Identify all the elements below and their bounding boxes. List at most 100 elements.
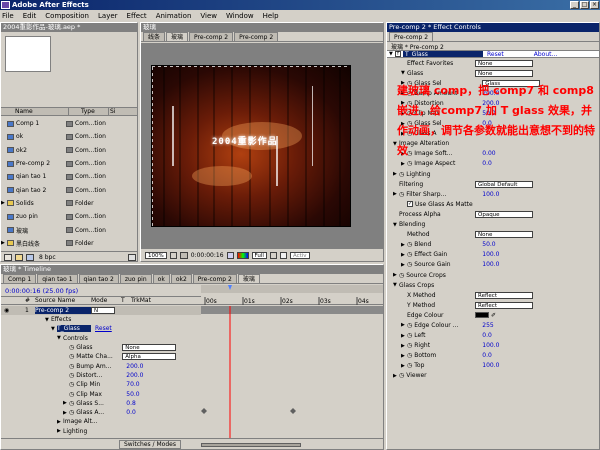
stopwatch-icon[interactable]: ◷ — [407, 251, 412, 258]
col-mode[interactable]: Mode — [91, 297, 121, 305]
effect-property-row[interactable]: ▶ ◷ Effect Gain 100.0 — [387, 250, 599, 260]
comp-tab[interactable]: 玻璃 — [166, 32, 189, 41]
project-item[interactable]: ▶ Solids Folder — [1, 197, 137, 210]
edge-colour-swatch[interactable] — [475, 312, 489, 319]
menu-composition[interactable]: Composition — [45, 12, 89, 20]
snapshot-icon[interactable] — [179, 252, 188, 259]
effect-property-row[interactable]: ▶ ◷ Filter Sharp... 100.0 — [387, 189, 599, 199]
label-color[interactable] — [66, 200, 73, 207]
timeline-property-row[interactable]: ▶ ◷ Glass A... 0.0 — [1, 408, 201, 417]
effect-property-row[interactable]: ▶ ◷ Distortion 200.0 — [387, 98, 599, 108]
property-value[interactable]: 200.0 — [126, 372, 143, 379]
region-of-interest-icon[interactable] — [269, 252, 277, 259]
effect-property-row[interactable]: ▼ Image Alteration — [387, 139, 599, 149]
comp-tab[interactable]: Pre-comp 2 — [189, 32, 234, 41]
timeline-property-row[interactable]: ◷ Bump Am... 200.0 — [1, 361, 201, 370]
stopwatch-icon[interactable]: ◷ — [407, 342, 412, 349]
label-color[interactable] — [66, 173, 73, 180]
menu-edit[interactable]: Edit — [23, 12, 37, 20]
property-select[interactable]: None — [122, 344, 177, 352]
effect-property-row[interactable]: ▼ Glass None — [387, 68, 599, 78]
stopwatch-icon[interactable]: ◷ — [399, 372, 404, 379]
timeline-tab[interactable]: qian tao 2 — [78, 274, 119, 283]
property-select[interactable]: None — [475, 231, 533, 239]
show-snapshot-icon[interactable] — [226, 252, 234, 259]
effect-property-row[interactable]: ▶ ◷ Top 100.0 — [387, 361, 599, 371]
menu-layer[interactable]: Layer — [98, 12, 118, 20]
maximize-button[interactable]: □ — [580, 1, 589, 9]
project-item[interactable]: 玻璃 Com...tion — [1, 223, 137, 236]
col-t[interactable]: T — [121, 297, 131, 305]
fx-toggle-icon[interactable]: f — [395, 51, 401, 57]
col-name[interactable]: Name — [1, 108, 69, 115]
new-comp-icon[interactable] — [26, 253, 34, 261]
close-button[interactable]: × — [590, 1, 599, 9]
property-select[interactable]: Alpha — [122, 353, 177, 361]
project-item[interactable]: qian tao 1 Com...tion — [1, 170, 137, 183]
effect-property-row[interactable]: ▶ ◷ Bottom 0.0 — [387, 351, 599, 361]
timeline-tab[interactable]: ok — [152, 274, 170, 283]
minimize-button[interactable]: _ — [570, 1, 579, 9]
menu-animation[interactable]: Animation — [156, 12, 192, 20]
timeline-property-row[interactable]: ▼ T_Glass Reset — [1, 324, 201, 333]
property-value[interactable]: 70.0 — [126, 381, 139, 388]
project-item[interactable]: ▶ 黑白线条 Folder — [1, 237, 137, 250]
menu-effect[interactable]: Effect — [127, 12, 147, 20]
property-value[interactable]: 100.0 — [482, 261, 499, 268]
property-value[interactable]: Reset — [95, 325, 112, 332]
visibility-eye-icon[interactable]: ◉ — [1, 307, 25, 314]
label-color[interactable] — [66, 187, 73, 194]
comp-tab[interactable]: 线条 — [143, 32, 166, 41]
property-select[interactable]: None — [475, 69, 533, 77]
stopwatch-icon[interactable]: ◷ — [407, 130, 412, 137]
effect-property-row[interactable]: ▶ ◷ Clip Max 50.0 — [387, 108, 599, 118]
property-select[interactable]: Reflect — [475, 301, 533, 309]
property-value[interactable]: 0.0 — [126, 409, 136, 416]
current-time[interactable]: 0:00:00:16 — [191, 252, 224, 259]
property-value[interactable]: 200.0 — [482, 90, 499, 97]
effect-property-row[interactable]: ▶ ◷ Blend 50.0 — [387, 240, 599, 250]
label-color[interactable] — [66, 160, 73, 167]
label-color[interactable] — [66, 120, 73, 127]
label-color[interactable] — [66, 240, 73, 247]
effect-property-row[interactable]: ▶ ◷ Lighting — [387, 169, 599, 179]
col-type[interactable]: Type — [69, 108, 109, 115]
effect-property-row[interactable]: ▶ ◷ Image Soft... 0.00 — [387, 149, 599, 159]
label-color[interactable] — [66, 227, 73, 234]
timeline-tab[interactable]: Comp 1 — [3, 274, 37, 283]
label-color[interactable] — [66, 213, 73, 220]
effect-property-row[interactable]: ▶ ◷ Bump Amount 200.0 — [387, 88, 599, 98]
menu-help[interactable]: Help — [263, 12, 279, 20]
property-value[interactable]: 200.0 — [126, 363, 143, 370]
effect-property-row[interactable]: ▶ ◷ Image Aspect 0.0 — [387, 159, 599, 169]
timeline-property-row[interactable]: ▼ Effects — [1, 315, 201, 324]
property-select[interactable]: Reflect — [475, 291, 533, 299]
stopwatch-icon[interactable]: ◷ — [407, 352, 412, 359]
stopwatch-icon[interactable]: ◷ — [407, 322, 412, 329]
interpret-footage-icon[interactable] — [4, 253, 12, 261]
use-glass-as-matte-checkbox[interactable]: ✓ — [407, 201, 413, 208]
property-value[interactable]: 0.0 — [482, 120, 492, 127]
property-value[interactable]: 50.0 — [126, 391, 139, 398]
timeline-current-time[interactable]: 0:00:00:16 (25.00 fps) — [5, 287, 78, 295]
stopwatch-icon[interactable]: ◷ — [407, 362, 412, 369]
timeline-tab[interactable]: zuo pin — [119, 274, 152, 283]
property-value[interactable]: 100.0 — [482, 191, 499, 198]
property-value[interactable]: 0.8 — [126, 400, 136, 407]
stopwatch-icon[interactable]: ◷ — [407, 110, 412, 117]
stopwatch-icon[interactable]: ◷ — [69, 381, 74, 388]
timeline-property-row[interactable]: ◷ Distort... 200.0 — [1, 371, 201, 380]
effect-property-row[interactable]: X Method Reflect — [387, 290, 599, 300]
timeline-graph[interactable] — [201, 306, 383, 438]
comp-tab[interactable]: Pre-comp 2 — [234, 32, 279, 41]
stopwatch-icon[interactable]: ◷ — [407, 120, 412, 127]
timeline-tab[interactable]: ok2 — [170, 274, 192, 283]
project-item[interactable]: ok2 Com...tion — [1, 144, 137, 157]
property-value[interactable]: 0.0 — [482, 332, 492, 339]
property-value[interactable]: 100.0 — [482, 251, 499, 258]
col-trkmat[interactable]: TrkMat — [131, 297, 161, 305]
effect-property-row[interactable]: ▶ ◷ Right 100.0 — [387, 341, 599, 351]
property-value[interactable]: 200.0 — [482, 100, 499, 107]
stopwatch-icon[interactable]: ◷ — [69, 372, 74, 379]
effect-property-row[interactable]: ▶ ◷ Glass A — [387, 129, 599, 139]
